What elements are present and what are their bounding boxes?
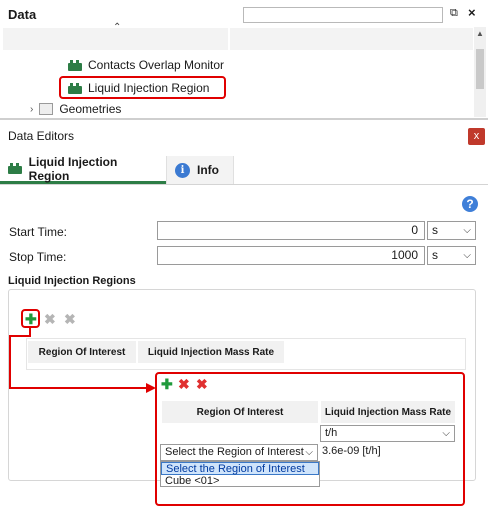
dropdown-option[interactable]: Select the Region of Interest xyxy=(161,462,319,475)
unit-value: t/h xyxy=(325,427,338,439)
mass-rate-value[interactable]: 3.6e-09 [t/h] xyxy=(322,445,381,457)
column-header-region: Region Of Interest xyxy=(162,401,318,423)
mass-rate-unit-select[interactable]: t/h ⌵ xyxy=(320,425,455,442)
chevron-down-icon: ⌵ xyxy=(305,447,313,458)
chevron-down-icon: ⌵ xyxy=(442,428,450,439)
add-row-icon[interactable]: ✚ xyxy=(161,377,173,391)
region-dropdown-list: Select the Region of Interest Cube <01> xyxy=(160,461,320,487)
select-value: Select the Region of Interest xyxy=(165,446,304,458)
delete-row-icon[interactable]: ✖ xyxy=(178,377,190,391)
delete-all-icon[interactable]: ✖ xyxy=(196,377,208,391)
column-header-mass-rate: Liquid Injection Mass Rate xyxy=(321,401,455,423)
dropdown-option[interactable]: Cube <01> xyxy=(161,475,319,488)
region-of-interest-select[interactable]: Select the Region of Interest ⌵ xyxy=(160,444,318,461)
